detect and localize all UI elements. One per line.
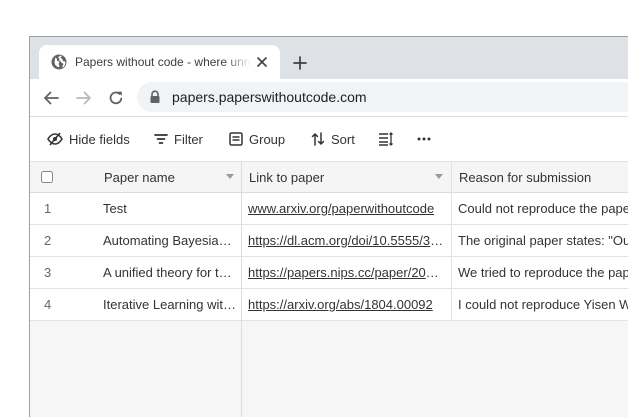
- link-cell[interactable]: www.arxiv.org/paperwithoutcode: [248, 193, 444, 224]
- view-toolbar: Hide fields Filter Group Sort: [30, 117, 628, 162]
- close-tab-icon[interactable]: [253, 53, 271, 71]
- column-header-paper-name[interactable]: Paper name: [104, 162, 175, 192]
- reason-cell[interactable]: Could not reproduce the paper: [458, 193, 628, 224]
- paper-link[interactable]: https://papers.nips.cc/paper/2019/file: [248, 265, 444, 280]
- sort-label: Sort: [331, 131, 355, 147]
- link-cell[interactable]: https://arxiv.org/abs/1804.00092: [248, 289, 444, 320]
- paper-name-text: A unified theory for the origin of grid …: [103, 265, 236, 280]
- row-number: 1: [44, 201, 52, 216]
- url-text: papers.paperswithoutcode.com: [172, 89, 367, 105]
- paper-name-text: Test: [103, 201, 127, 216]
- reason-cell[interactable]: We tried to reproduce the paper: [458, 257, 628, 288]
- chevron-down-icon[interactable]: [226, 174, 234, 179]
- chevron-down-icon[interactable]: [435, 174, 443, 179]
- row-height-icon: [379, 132, 393, 146]
- paper-link[interactable]: https://dl.acm.org/doi/10.5555/3327144.3…: [248, 233, 444, 248]
- group-button[interactable]: Group: [229, 129, 285, 149]
- paper-name-text: Automating Bayesian optimization with Ba…: [103, 233, 236, 248]
- reload-icon[interactable]: [105, 87, 127, 109]
- select-all-checkbox[interactable]: [41, 162, 53, 192]
- paper-link[interactable]: https://arxiv.org/abs/1804.00092: [248, 297, 433, 312]
- filter-button[interactable]: Filter: [154, 129, 203, 149]
- browser-window: Papers without code - where unreproducib…: [29, 36, 628, 417]
- sort-button[interactable]: Sort: [311, 129, 355, 149]
- table-row[interactable]: 1 Test www.arxiv.org/paperwithoutcode Co…: [30, 193, 628, 225]
- tab-strip: Papers without code - where unreproducib…: [30, 37, 628, 79]
- new-tab-icon[interactable]: [289, 52, 311, 74]
- lock-icon: [149, 90, 161, 104]
- frozen-column-divider: [241, 162, 242, 417]
- more-options-icon[interactable]: [417, 129, 431, 149]
- row-height-button[interactable]: [378, 129, 394, 149]
- sort-arrows-icon: [311, 132, 325, 146]
- tab-title: Papers without code - where unreproducib…: [75, 55, 251, 69]
- table-row[interactable]: 3 A unified theory for the origin of gri…: [30, 257, 628, 289]
- reason-cell[interactable]: I could not reproduce Yisen Wang: [458, 289, 628, 320]
- paper-name-cell[interactable]: Iterative Learning with Open-set Noisy L…: [103, 289, 236, 320]
- paper-name-text: Iterative Learning with Open-set Noisy L…: [103, 297, 236, 312]
- back-arrow-icon[interactable]: [40, 87, 62, 109]
- link-cell[interactable]: https://papers.nips.cc/paper/2019/file: [248, 257, 444, 288]
- globe-icon: [51, 54, 67, 70]
- grid-header: Paper name Link to paper Reason for subm…: [30, 162, 628, 193]
- table-row[interactable]: 2 Automating Bayesian optimization with …: [30, 225, 628, 257]
- data-grid: Paper name Link to paper Reason for subm…: [30, 162, 628, 417]
- group-list-icon: [229, 132, 243, 146]
- hide-eye-icon: [47, 132, 63, 146]
- table-row[interactable]: 4 Iterative Learning with Open-set Noisy…: [30, 289, 628, 321]
- paper-name-cell[interactable]: Automating Bayesian optimization with Ba…: [103, 225, 236, 256]
- group-label: Group: [249, 131, 286, 147]
- filter-lines-icon: [154, 134, 168, 144]
- link-cell[interactable]: https://dl.acm.org/doi/10.5555/3327144.3…: [248, 225, 444, 256]
- paper-name-cell[interactable]: A unified theory for the origin of grid …: [103, 257, 236, 288]
- column-header-reason[interactable]: Reason for submission: [459, 162, 591, 192]
- forward-arrow-icon[interactable]: [73, 87, 95, 109]
- hide-fields-button[interactable]: Hide fields: [47, 129, 130, 149]
- column-divider: [451, 162, 452, 320]
- paper-name-cell[interactable]: Test: [103, 193, 236, 224]
- paper-link[interactable]: www.arxiv.org/paperwithoutcode: [248, 201, 434, 216]
- row-number: 3: [44, 265, 52, 280]
- filter-label: Filter: [174, 131, 203, 147]
- address-bar[interactable]: papers.paperswithoutcode.com: [137, 82, 628, 112]
- column-header-link-to-paper[interactable]: Link to paper: [249, 162, 324, 192]
- hide-fields-label: Hide fields: [69, 131, 130, 147]
- navigation-bar: papers.paperswithoutcode.com: [30, 79, 628, 117]
- row-number: 2: [44, 233, 52, 248]
- reason-cell[interactable]: The original paper states: "Our: [458, 225, 628, 256]
- browser-tab[interactable]: Papers without code - where unreproducib…: [39, 45, 280, 79]
- row-number: 4: [44, 297, 52, 312]
